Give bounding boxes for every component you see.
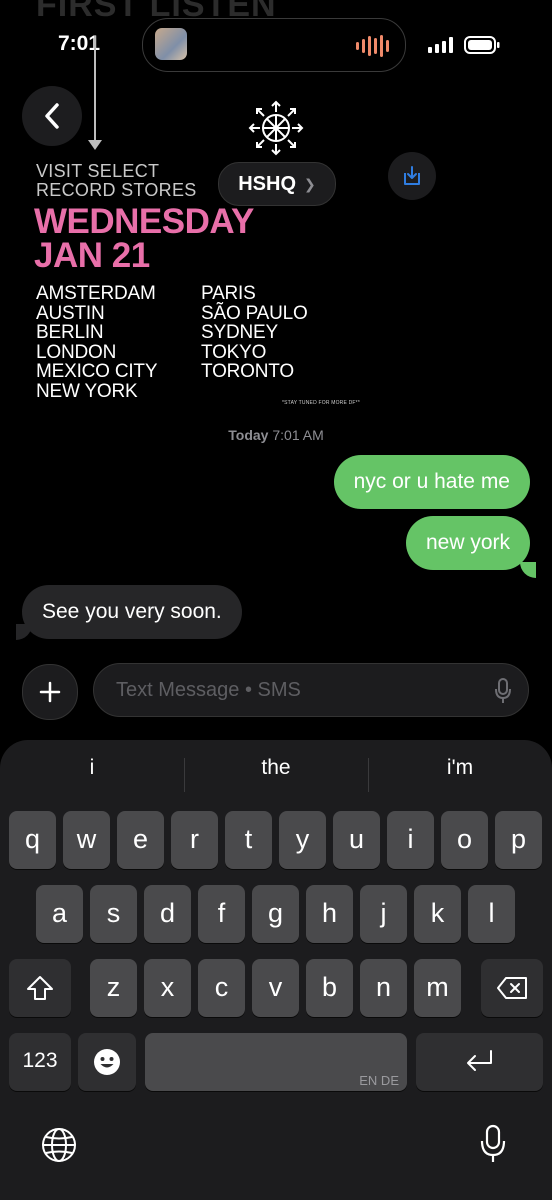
poster-date-line2: JAN 21 [34, 236, 150, 275]
key[interactable]: l [468, 885, 515, 943]
key[interactable]: c [198, 959, 245, 1017]
download-icon [404, 166, 420, 185]
plus-icon [39, 681, 61, 703]
contact-name: HSHQ [238, 172, 297, 195]
city-name: LONDON [36, 341, 117, 363]
message-bubble-sent[interactable]: new york [405, 516, 530, 570]
key[interactable]: o [441, 811, 488, 869]
keyboard: i the i'm q w e r t y u i o p a s d f g … [0, 740, 552, 1200]
apps-plus-button[interactable] [22, 664, 78, 720]
globe-icon[interactable] [40, 1126, 78, 1164]
key[interactable]: k [414, 885, 461, 943]
poster-arrow-head [88, 140, 102, 150]
key[interactable]: h [306, 885, 353, 943]
timestamp-day: Today [228, 427, 269, 443]
message-bubble-sent[interactable]: nyc or u hate me [333, 455, 530, 509]
key[interactable]: j [360, 885, 407, 943]
return-icon [467, 1050, 492, 1071]
city-name: AUSTIN [36, 302, 105, 324]
poster-footer-note: *STAY TUNED FOR MORE DF** [282, 400, 360, 406]
key[interactable]: e [117, 811, 164, 869]
contact-logo-icon[interactable] [248, 100, 304, 156]
cellular-signal-icon [428, 37, 453, 53]
space-key[interactable]: EN DE [145, 1033, 407, 1091]
chevron-right-icon: ❯ [304, 175, 316, 192]
message-input[interactable]: Text Message • SMS [93, 663, 529, 717]
key[interactable]: i [387, 811, 434, 869]
key[interactable]: u [333, 811, 380, 869]
suggestion-item[interactable]: i'm [368, 756, 552, 780]
emoji-icon [94, 1049, 120, 1075]
contact-name-button[interactable]: HSHQ ❯ [218, 162, 336, 206]
key[interactable]: y [279, 811, 326, 869]
message-timestamp: Today 7:01 AM [0, 427, 552, 443]
dynamic-island[interactable] [142, 18, 406, 72]
poster-visit-line1: VISIT SELECT [36, 161, 160, 181]
city-name: AMSTERDAM [36, 283, 156, 304]
city-name: TORONTO [201, 361, 294, 383]
keyboard-dictation-mic-icon[interactable] [480, 1124, 506, 1164]
key[interactable]: w [63, 811, 110, 869]
message-text: See you very soon. [22, 585, 242, 639]
message-bubble-received[interactable]: See you very soon. [22, 585, 242, 639]
key[interactable]: t [225, 811, 272, 869]
key[interactable]: p [495, 811, 542, 869]
save-image-button[interactable] [388, 152, 436, 200]
city-name: SÃO PAULO [201, 302, 308, 324]
keyboard-language-label: EN DE [359, 1073, 399, 1088]
numbers-key[interactable]: 123 [9, 1033, 71, 1091]
delete-key[interactable] [481, 959, 543, 1017]
poster-cities-right: PARIS SÃO PAULO SYDNEY TOKYO TORONTO [201, 284, 308, 382]
poster-date-line1: WEDNESDAY [34, 202, 254, 241]
dictation-mic-icon[interactable] [494, 677, 512, 705]
audio-waveform-icon [356, 35, 389, 57]
back-button[interactable] [22, 86, 82, 146]
now-playing-artwork [155, 28, 187, 60]
key[interactable]: q [9, 811, 56, 869]
key[interactable]: a [36, 885, 83, 943]
city-name: NEW YORK [36, 380, 138, 402]
key[interactable]: z [90, 959, 137, 1017]
poster-arrow-line [94, 36, 96, 146]
key[interactable]: n [360, 959, 407, 1017]
poster-visit-line2: RECORD STORES [36, 180, 197, 200]
return-key[interactable] [416, 1033, 543, 1091]
bubble-tail [520, 562, 536, 578]
city-name: TOKYO [201, 341, 267, 363]
delete-backspace-icon [497, 977, 527, 999]
timestamp-time: 7:01 AM [272, 427, 324, 443]
city-name: PARIS [201, 283, 256, 304]
message-text: new york [405, 516, 530, 570]
key[interactable]: d [144, 885, 191, 943]
suggestion-item[interactable]: the [184, 756, 368, 780]
message-input-placeholder: Text Message • SMS [116, 679, 301, 701]
key[interactable]: b [306, 959, 353, 1017]
battery-icon [464, 36, 500, 54]
chevron-left-icon [45, 103, 59, 129]
status-icons [428, 36, 500, 54]
city-name: SYDNEY [201, 322, 278, 344]
shift-key[interactable] [9, 959, 71, 1017]
key[interactable]: g [252, 885, 299, 943]
key[interactable]: s [90, 885, 137, 943]
poster-visit-text: VISIT SELECT RECORD STORES [36, 162, 197, 200]
key[interactable]: m [414, 959, 461, 1017]
key[interactable]: r [171, 811, 218, 869]
shift-icon [27, 976, 53, 1000]
emoji-key[interactable] [78, 1033, 136, 1091]
key[interactable]: v [252, 959, 299, 1017]
key[interactable]: x [144, 959, 191, 1017]
suggestion-item[interactable]: i [0, 756, 184, 780]
poster-cities-left: AMSTERDAM AUSTIN BERLIN LONDON MEXICO CI… [36, 283, 158, 402]
message-text: nyc or u hate me [333, 455, 530, 509]
city-name: BERLIN [36, 322, 104, 344]
city-name: MEXICO CITY [36, 361, 158, 383]
key[interactable]: f [198, 885, 245, 943]
poster-date: WEDNESDAY JAN 21 [34, 202, 254, 275]
